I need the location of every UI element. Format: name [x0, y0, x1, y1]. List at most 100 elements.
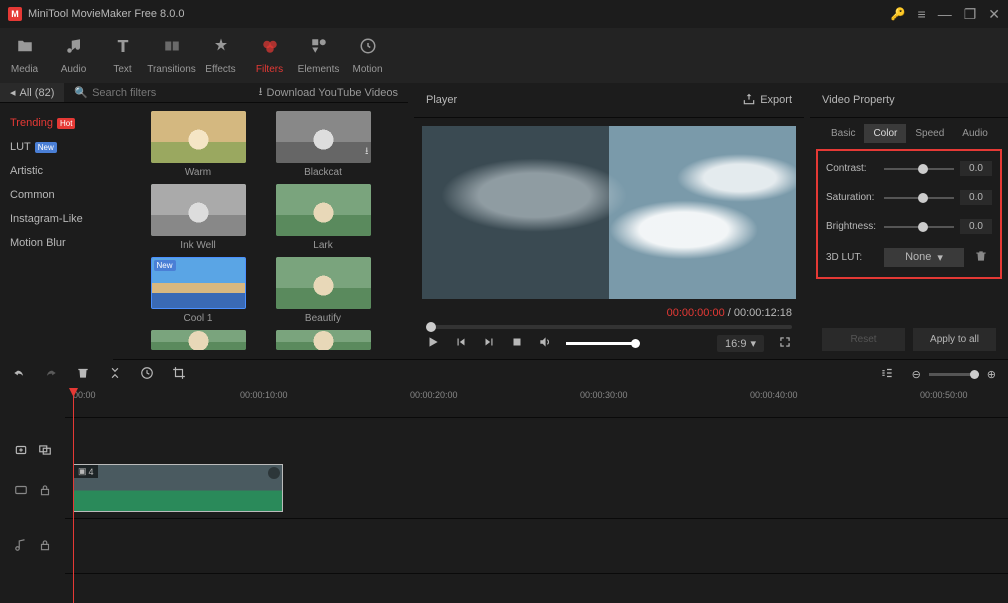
progress-bar[interactable] — [426, 325, 792, 329]
crop-button[interactable] — [172, 366, 186, 383]
effects-icon — [212, 37, 230, 60]
tab-speed[interactable]: Speed — [906, 124, 953, 143]
saturation-label: Saturation: — [826, 192, 878, 203]
property-title: Video Property — [822, 94, 895, 106]
timeline: ⊖ ⊕ 00:00 00:00:10:00 — [0, 359, 1008, 603]
slider-knob[interactable] — [918, 193, 928, 203]
download-icon: ⭳ — [365, 144, 369, 161]
toolbar-text[interactable]: Text — [98, 28, 147, 83]
zoom-out-button[interactable]: ⊖ — [912, 368, 921, 381]
progress-knob[interactable] — [426, 322, 436, 332]
minimize-icon[interactable]: — — [938, 6, 952, 22]
zoom-in-button[interactable]: ⊕ — [987, 368, 996, 381]
upgrade-key-icon[interactable]: 🔑 — [891, 7, 906, 21]
timeline-toolbar: ⊖ ⊕ — [0, 360, 1008, 388]
sidebar-item-motion-blur[interactable]: Motion Blur — [0, 231, 113, 255]
filter-lark[interactable]: Lark — [276, 184, 371, 251]
lut-label: 3D LUT: — [826, 252, 878, 263]
toolbar-elements[interactable]: Elements — [294, 28, 343, 83]
transitions-icon — [163, 37, 181, 60]
audio-track[interactable] — [65, 519, 1008, 574]
aspect-ratio-select[interactable]: 16:9▾ — [717, 335, 764, 352]
filter-beautify[interactable]: Beautify — [276, 257, 371, 324]
apply-all-button[interactable]: Apply to all — [913, 328, 996, 351]
tab-basic[interactable]: Basic — [822, 124, 864, 143]
brightness-value[interactable]: 0.0 — [960, 219, 992, 234]
download-youtube-link[interactable]: ⭳ Download YouTube Videos — [249, 83, 408, 102]
sidebar-item-instagram[interactable]: Instagram-Like — [0, 207, 113, 231]
reset-button[interactable]: Reset — [822, 328, 905, 351]
delete-button[interactable] — [76, 366, 90, 383]
toolbar-transitions[interactable]: Transitions — [147, 28, 196, 83]
filters-grid: Warm ⭳Blackcat Ink Well Lark NewCool 1 B… — [113, 103, 408, 364]
menu-icon[interactable]: ≡ — [918, 6, 926, 22]
maximize-icon[interactable]: ❐ — [964, 6, 977, 23]
player-viewport[interactable] — [422, 126, 796, 299]
toolbar-audio[interactable]: Audio — [49, 28, 98, 83]
slider-knob[interactable] — [918, 222, 928, 232]
text-icon — [114, 37, 132, 60]
add-track-icon[interactable] — [14, 443, 28, 460]
saturation-value[interactable]: 0.0 — [960, 190, 992, 205]
clip-end-handle[interactable] — [268, 467, 280, 479]
video-clip[interactable]: ▣4 — [73, 464, 283, 512]
toolbar-motion[interactable]: Motion — [343, 28, 392, 83]
contrast-slider[interactable] — [884, 168, 954, 170]
sidebar-item-trending[interactable]: TrendingHot — [0, 111, 113, 135]
zoom-slider[interactable] — [929, 373, 979, 376]
filter-thumbnail — [151, 111, 246, 163]
sidebar-item-common[interactable]: Common — [0, 183, 113, 207]
filter-thumbnail — [151, 184, 246, 236]
category-all[interactable]: ◂ All (82) — [0, 83, 64, 102]
lock-icon[interactable] — [38, 483, 52, 500]
filter-partial[interactable] — [276, 330, 371, 350]
speed-button[interactable] — [140, 366, 154, 383]
volume-slider[interactable] — [566, 342, 636, 345]
export-icon — [742, 92, 756, 109]
brightness-slider[interactable] — [884, 226, 954, 228]
contrast-value[interactable]: 0.0 — [960, 161, 992, 176]
export-button[interactable]: Export — [742, 92, 792, 109]
redo-button[interactable] — [44, 366, 58, 383]
search-filters[interactable]: 🔍 Search filters — [64, 86, 248, 99]
split-button[interactable] — [108, 366, 122, 383]
tab-audio[interactable]: Audio — [953, 124, 997, 143]
stop-button[interactable] — [510, 335, 524, 352]
filter-warm[interactable]: Warm — [151, 111, 246, 178]
clip-label: ▣4 — [74, 465, 98, 478]
volume-icon[interactable] — [538, 335, 552, 352]
next-frame-button[interactable] — [482, 335, 496, 352]
time-ruler[interactable]: 00:00 00:00:10:00 00:00:20:00 00:00:30:0… — [65, 388, 1008, 418]
prev-frame-button[interactable] — [454, 335, 468, 352]
new-badge: New — [35, 142, 57, 153]
fullscreen-button[interactable] — [778, 335, 792, 352]
filter-cool1[interactable]: NewCool 1 — [151, 257, 246, 324]
timecode: 00:00:00:00 / 00:00:12:18 — [426, 307, 792, 319]
filter-partial[interactable] — [151, 330, 246, 350]
slider-knob[interactable] — [918, 164, 928, 174]
track-overlay-icon[interactable] — [38, 443, 52, 460]
toolbar-effects[interactable]: Effects — [196, 28, 245, 83]
hot-badge: Hot — [57, 118, 75, 129]
video-track-head — [0, 464, 65, 519]
lock-icon[interactable] — [38, 538, 52, 555]
toolbar-media[interactable]: Media — [0, 28, 49, 83]
undo-button[interactable] — [12, 366, 26, 383]
delete-lut-button[interactable] — [970, 249, 992, 266]
sidebar-item-lut[interactable]: LUTNew — [0, 135, 113, 159]
lut-select[interactable]: None▾ — [884, 248, 964, 267]
tracks-area[interactable]: 00:00 00:00:10:00 00:00:20:00 00:00:30:0… — [65, 388, 1008, 603]
audio-track-head — [0, 519, 65, 574]
filter-ink-well[interactable]: Ink Well — [151, 184, 246, 251]
play-button[interactable] — [426, 335, 440, 352]
tab-color[interactable]: Color — [864, 124, 906, 143]
brightness-label: Brightness: — [826, 221, 878, 232]
filter-blackcat[interactable]: ⭳Blackcat — [276, 111, 371, 178]
auto-fit-button[interactable] — [880, 366, 894, 383]
saturation-slider[interactable] — [884, 197, 954, 199]
playhead[interactable] — [73, 388, 74, 603]
toolbar-filters[interactable]: Filters — [245, 28, 294, 83]
sidebar-item-artistic[interactable]: Artistic — [0, 159, 113, 183]
timeline-zoom: ⊖ ⊕ — [912, 368, 996, 381]
close-icon[interactable]: ✕ — [988, 6, 1000, 23]
